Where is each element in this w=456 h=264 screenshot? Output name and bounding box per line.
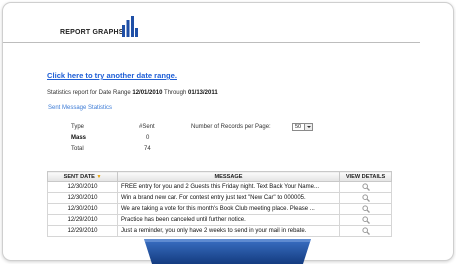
range-prefix: Statistics report for Date Range (47, 90, 133, 96)
table-row: 12/30/2010 We are taking a vote for this… (47, 203, 392, 215)
sent-date-cell: 12/30/2010 (47, 203, 118, 215)
view-details-cell (339, 214, 392, 226)
stats-row-type: Total (71, 146, 84, 152)
bottom-tab-decoration (144, 239, 311, 264)
table-header-row: SENT DATE ▼ MESSAGE VIEW DETAILS (47, 171, 392, 182)
sent-date-cell: 12/29/2010 (47, 225, 118, 237)
view-details-cell (339, 225, 392, 237)
message-cell: Win a brand new car. For contest entry j… (117, 192, 340, 204)
message-column-header: MESSAGE (117, 171, 340, 182)
view-details-column-header: VIEW DETAILS (339, 171, 392, 182)
table-row: 12/30/2010 FREE entry for you and 2 Gues… (47, 181, 392, 193)
stats-row-type: Mass (71, 135, 87, 141)
date-range-link[interactable]: Click here to try another date range. (47, 71, 177, 80)
message-cell: We are taking a vote for this month's Bo… (117, 203, 340, 215)
sort-arrow-icon[interactable]: ▼ (96, 174, 101, 180)
sent-date-header-label: SENT DATE (63, 173, 95, 180)
report-panel: REPORT GRAPHS Click here to try another … (2, 2, 454, 261)
view-details-cell (339, 203, 392, 215)
sent-date-cell: 12/29/2010 (47, 214, 118, 226)
message-cell: Just a reminder, you only have 2 weeks t… (117, 225, 340, 237)
messages-table: SENT DATE ▼ MESSAGE VIEW DETAILS 12/30/2… (47, 171, 392, 237)
stats-row-sent: 74 (144, 146, 151, 152)
table-row: 12/30/2010 Win a brand new car. For cont… (47, 192, 392, 204)
range-to: 01/13/2011 (187, 90, 218, 96)
magnifier-icon[interactable] (361, 227, 370, 235)
sent-date-cell: 12/30/2010 (47, 192, 118, 204)
bar-chart-icon (122, 16, 138, 37)
stats-sent-header: #Sent (139, 124, 155, 130)
table-row: 12/29/2010 Just a reminder, you only hav… (47, 225, 392, 237)
stats-type-header: Type (71, 124, 85, 130)
records-per-page-label: Number of Records per Page: (191, 124, 271, 130)
magnifier-icon[interactable] (361, 183, 370, 191)
stats-section-title: Sent Message Statistics (48, 105, 113, 111)
message-cell: FREE entry for you and 2 Guests this Fri… (117, 181, 340, 193)
view-details-cell (339, 192, 392, 204)
range-through: Through (162, 90, 188, 96)
message-cell: Practice has been canceled until further… (117, 214, 340, 226)
page-title: REPORT GRAPHS (60, 29, 124, 36)
sent-date-cell: 12/30/2010 (47, 181, 118, 193)
magnifier-icon[interactable] (361, 194, 370, 202)
header-divider (3, 42, 420, 43)
magnifier-icon[interactable] (361, 205, 370, 213)
records-per-page-select[interactable]: 50 (292, 123, 313, 131)
date-range-text: Statistics report for Date Range 12/01/2… (47, 90, 218, 96)
chevron-down-icon[interactable] (304, 124, 312, 130)
range-from: 12/01/2010 (132, 90, 163, 96)
magnifier-icon[interactable] (361, 216, 370, 224)
sent-date-column-header[interactable]: SENT DATE ▼ (47, 171, 118, 182)
stats-row-sent: 0 (146, 135, 150, 141)
view-details-cell (339, 181, 392, 193)
table-row: 12/29/2010 Practice has been canceled un… (47, 214, 392, 226)
records-per-page-value: 50 (295, 124, 302, 130)
